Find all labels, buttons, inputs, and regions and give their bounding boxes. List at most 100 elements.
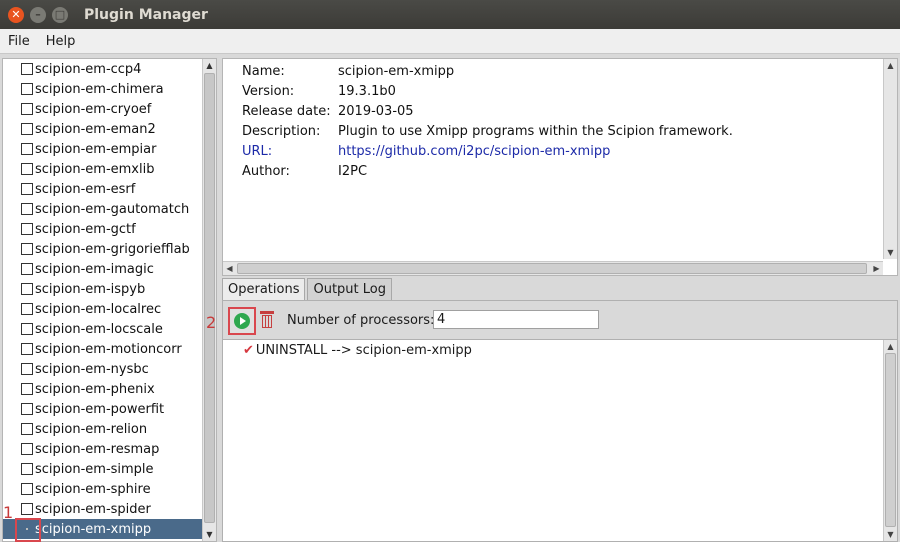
plugin-label: scipion-em-imagic: [35, 261, 154, 277]
plugin-label: scipion-em-sphire: [35, 481, 151, 497]
scroll-up-icon[interactable]: ▲: [203, 59, 216, 72]
plugin-checkbox[interactable]: [21, 123, 33, 135]
plugin-checkbox[interactable]: [21, 103, 33, 115]
plugin-item[interactable]: scipion-em-chimera: [3, 79, 203, 99]
plugin-label: scipion-em-spider: [35, 501, 151, 517]
scroll-down-icon[interactable]: ▼: [884, 246, 897, 259]
plugin-label: scipion-em-ispyb: [35, 281, 146, 297]
log-scrollbar[interactable]: ▲ ▼: [883, 340, 897, 541]
plugin-checkbox[interactable]: [21, 483, 33, 495]
plugin-item[interactable]: scipion-em-powerfit: [3, 399, 203, 419]
details-vertical-scrollbar[interactable]: ▲ ▼: [883, 59, 897, 259]
detail-description-value: Plugin to use Xmipp programs within the …: [338, 123, 733, 139]
plugin-item[interactable]: scipion-em-ispyb: [3, 279, 203, 299]
plugin-checkbox[interactable]: [21, 63, 33, 75]
plugin-checkbox[interactable]: [21, 443, 33, 455]
tab-operations[interactable]: Operations: [222, 278, 306, 300]
plugin-checkbox[interactable]: [21, 503, 33, 515]
log-line-text: UNINSTALL --> scipion-em-xmipp: [255, 343, 472, 358]
plugin-checkbox[interactable]: [21, 463, 33, 475]
plugin-item[interactable]: scipion-em-ccp4: [3, 59, 203, 79]
run-button[interactable]: [228, 307, 256, 335]
plugin-checkbox[interactable]: [21, 183, 33, 195]
plugin-item[interactable]: scipion-em-gautomatch: [3, 199, 203, 219]
detail-description-row: Description: Plugin to use Xmipp program…: [242, 121, 733, 141]
plugin-item[interactable]: scipion-em-eman2: [3, 119, 203, 139]
plugin-item[interactable]: scipion-em-simple: [3, 459, 203, 479]
detail-url-row: URL: https://github.com/i2pc/scipion-em-…: [242, 141, 610, 161]
plugin-list-scrollbar[interactable]: ▲ ▼: [202, 59, 216, 541]
plugin-checkbox[interactable]: [21, 83, 33, 95]
operations-panel: Number of processors: 4 ✔ UNINSTALL --> …: [222, 300, 898, 542]
scroll-right-icon[interactable]: ▶: [870, 262, 883, 275]
plugin-checkbox[interactable]: [21, 323, 33, 335]
plugin-item[interactable]: scipion-em-gctf: [3, 219, 203, 239]
scrollbar-thumb[interactable]: [885, 353, 896, 527]
maximize-icon[interactable]: □: [52, 6, 68, 23]
scroll-down-icon[interactable]: ▼: [203, 528, 216, 541]
scroll-up-icon[interactable]: ▲: [884, 59, 897, 72]
operations-tabs: Operations Output Log: [222, 278, 394, 300]
plugin-item[interactable]: scipion-em-emxlib: [3, 159, 203, 179]
log-line: ✔ UNINSTALL --> scipion-em-xmipp: [243, 343, 472, 358]
plugin-list: scipion-em-ccp4 scipion-em-chimera scipion…: [3, 59, 203, 541]
plugin-checkbox[interactable]: [21, 303, 33, 315]
plugin-item[interactable]: scipion-em-relion: [3, 419, 203, 439]
plugin-checkbox[interactable]: [21, 163, 33, 175]
plugin-item[interactable]: scipion-em-nysbc: [3, 359, 203, 379]
plugin-item[interactable]: scipion-em-spider: [3, 499, 203, 519]
scroll-up-icon[interactable]: ▲: [884, 340, 897, 353]
detail-release-row: Release date: 2019-03-05: [242, 101, 414, 121]
close-icon[interactable]: ✕: [8, 6, 24, 23]
detail-author-row: Author: I2PC: [242, 161, 367, 181]
plugin-checkbox[interactable]: [21, 363, 33, 375]
detail-url-label: URL:: [242, 143, 273, 159]
plugin-details-panel: Name: scipion-em-xmipp Version: 19.3.1b0…: [222, 58, 898, 276]
plugin-item[interactable]: scipion-em-esrf: [3, 179, 203, 199]
detail-release-label: Release date:: [242, 103, 331, 119]
plugin-checkbox[interactable]: [21, 423, 33, 435]
plugin-label: scipion-em-chimera: [35, 81, 164, 97]
plugin-checkbox[interactable]: [21, 283, 33, 295]
scrollbar-thumb[interactable]: [237, 263, 867, 274]
plugin-label: scipion-em-eman2: [35, 121, 156, 137]
menu-help[interactable]: Help: [38, 34, 84, 49]
plugin-item[interactable]: scipion-em-localrec: [3, 299, 203, 319]
plugin-checkbox[interactable]: [21, 263, 33, 275]
detail-url-link[interactable]: https://github.com/i2pc/scipion-em-xmipp: [338, 144, 610, 159]
plugin-checkbox[interactable]: [21, 403, 33, 415]
processors-label: Number of processors:: [287, 313, 435, 328]
plugin-item[interactable]: scipion-em-locscale: [3, 319, 203, 339]
scroll-down-icon[interactable]: ▼: [884, 528, 897, 541]
plugin-label: scipion-em-ccp4: [35, 61, 142, 77]
plugin-checkbox[interactable]: [21, 143, 33, 155]
plugin-checkbox[interactable]: [21, 383, 33, 395]
details-horizontal-scrollbar[interactable]: ◀ ▶: [223, 261, 883, 275]
trash-icon[interactable]: [260, 311, 274, 329]
plugin-checkbox[interactable]: [21, 203, 33, 215]
plugin-label: scipion-em-esrf: [35, 181, 136, 197]
plugin-item[interactable]: scipion-em-resmap: [3, 439, 203, 459]
plugin-checkbox[interactable]: [21, 343, 33, 355]
plugin-item[interactable]: scipion-em-phenix: [3, 379, 203, 399]
detail-release-value: 2019-03-05: [338, 103, 414, 119]
plugin-item[interactable]: scipion-em-empiar: [3, 139, 203, 159]
plugin-item[interactable]: scipion-em-cryoef: [3, 99, 203, 119]
annotation-box-1: [15, 518, 41, 542]
plugin-item[interactable]: scipion-em-motioncorr: [3, 339, 203, 359]
scrollbar-thumb[interactable]: [204, 73, 215, 523]
detail-author-label: Author:: [242, 163, 290, 179]
plugin-label: scipion-em-emxlib: [35, 161, 155, 177]
plugin-item[interactable]: scipion-em-grigoriefflab: [3, 239, 203, 259]
plugin-checkbox[interactable]: [21, 223, 33, 235]
plugin-checkbox[interactable]: [21, 243, 33, 255]
scroll-left-icon[interactable]: ◀: [223, 262, 236, 275]
operations-toolbar: Number of processors: 4: [223, 301, 897, 339]
minimize-icon[interactable]: –: [30, 6, 46, 23]
tab-output-log[interactable]: Output Log: [307, 278, 392, 300]
menu-file[interactable]: File: [0, 34, 38, 49]
plugin-item[interactable]: scipion-em-imagic: [3, 259, 203, 279]
processors-input[interactable]: 4: [433, 310, 599, 329]
plugin-item[interactable]: scipion-em-sphire: [3, 479, 203, 499]
plugin-label: scipion-em-gctf: [35, 221, 136, 237]
